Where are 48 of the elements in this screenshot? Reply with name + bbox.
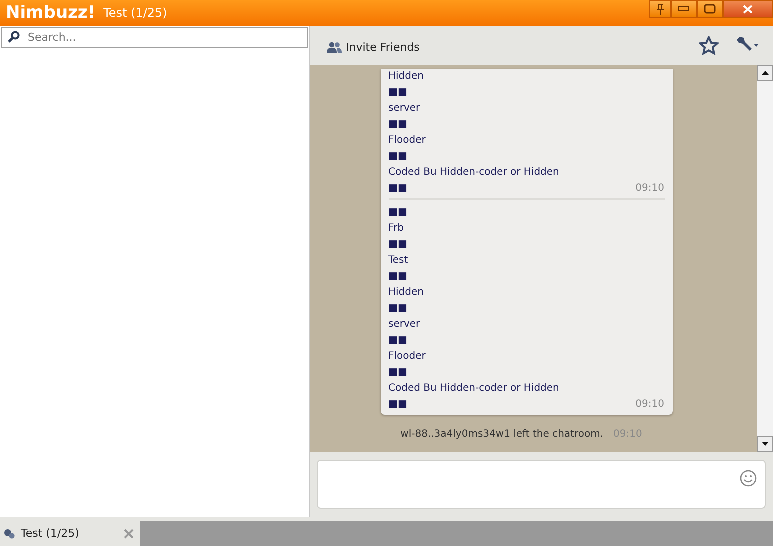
message-line: Coded Bu Hidden-coder or Hidden [388, 166, 560, 178]
tab-label: Test (1/25) [21, 527, 80, 540]
message-line: ■■ [388, 302, 408, 314]
message-input[interactable] [317, 460, 766, 510]
search-icon [8, 30, 20, 43]
scroll-up-icon[interactable] [762, 70, 768, 75]
message-line: server [388, 102, 420, 114]
minimize-button[interactable] [671, 0, 697, 18]
close-icon [743, 4, 753, 14]
message-line: Hidden [388, 286, 424, 298]
message-line: ■■ [388, 206, 408, 218]
message-line: ■■ [388, 86, 408, 98]
message-line: Hidden [388, 70, 424, 82]
message-line: ■■ [388, 398, 408, 412]
maximize-button[interactable] [697, 0, 723, 18]
pin-button[interactable] [649, 0, 671, 18]
chat-bubbles-icon [4, 528, 15, 539]
system-notice: wl-88..3a4ly0ms34w1 left the chatroom. [400, 428, 604, 440]
maximize-icon [704, 4, 716, 14]
message-line: Test [388, 254, 408, 266]
invite-friends-button[interactable]: Invite Friends [327, 40, 420, 54]
minimize-icon [678, 6, 690, 12]
message-time: 09:10 [636, 398, 664, 412]
message-line: ■■ [388, 270, 408, 282]
close-button[interactable] [723, 0, 773, 18]
app-logo: Nimbuzz! [6, 2, 96, 23]
message-time: 09:10 [636, 182, 664, 196]
message-line: Frb [388, 222, 404, 234]
message-line: server [388, 318, 420, 330]
chat-tab[interactable]: Test (1/25) [0, 521, 140, 546]
message-line: ■■ [388, 238, 408, 250]
message-line: ■■ [388, 150, 408, 162]
scroll-down-icon[interactable] [762, 442, 768, 446]
smiley-icon[interactable] [740, 470, 757, 487]
pin-icon [656, 4, 664, 14]
message-line: ■■ [388, 334, 408, 346]
message-line: ■■ [388, 118, 408, 130]
wrench-icon[interactable] [735, 37, 759, 54]
scrollbar[interactable] [757, 64, 773, 452]
message-line: Flooder [388, 350, 426, 362]
message-line: ■■ [388, 182, 408, 196]
star-icon[interactable] [699, 36, 719, 55]
people-icon [327, 42, 342, 53]
message-line: ■■ [388, 366, 408, 378]
message-line: Flooder [388, 134, 426, 146]
window-title: Test (1/25) [104, 6, 168, 20]
message-line: Coded Bu Hidden-coder or Hidden [388, 382, 560, 394]
search-field[interactable]: Search... [1, 26, 308, 48]
